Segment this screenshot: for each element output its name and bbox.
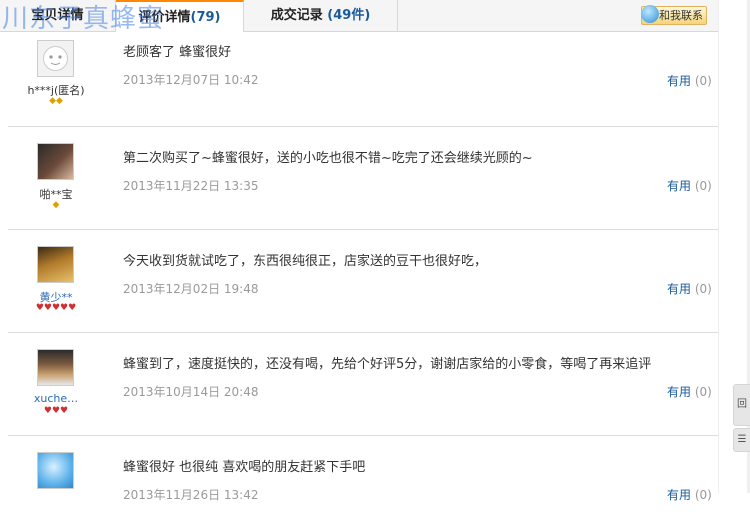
review-item: h***j(匿名) ◆◆ 老顾客了 蜂蜜很好 2013年12月07日 10:42… [8, 32, 718, 127]
review-item: 蜂蜜很好 也很纯 喜欢喝的朋友赶紧下手吧 2013年11月26日 13:42 有… [8, 435, 718, 515]
useful-button[interactable]: 有用 (0) [667, 72, 712, 89]
review-item: 黄少** ♥♥♥♥♥ 今天收到货就试吃了，东西很纯很正，店家送的豆干也很好吃， … [8, 229, 718, 333]
useful-button[interactable]: 有用 (0) [667, 486, 712, 503]
review-text: 蜂蜜到了，速度挺快的，还没有喝，先给个好评5分，谢谢店家给的小零食，等喝了再来追… [123, 357, 652, 372]
reviewer-name: xuche… [33, 392, 79, 405]
side-float-button-back[interactable]: 回 [733, 384, 750, 426]
useful-button[interactable]: 有用 (0) [667, 280, 712, 297]
credit-badges: ♥♥♥♥♥ [35, 303, 77, 313]
review-date: 2013年11月26日 13:42 [123, 488, 259, 502]
transaction-count: (49件) [327, 8, 371, 23]
menu-icon: ☰ [737, 434, 747, 445]
page-scrollbar[interactable]: 回 ☰ [718, 0, 750, 493]
credit-badges: ◆ [52, 200, 60, 210]
review-date: 2013年11月22日 13:35 [123, 179, 259, 193]
back-icon: 回 [737, 399, 747, 410]
avatar [37, 246, 74, 283]
avatar [37, 349, 74, 386]
avatar [37, 452, 74, 489]
avatar [37, 40, 74, 77]
review-date: 2013年12月02日 19:48 [123, 282, 259, 296]
review-date: 2013年12月07日 10:42 [123, 73, 259, 87]
review-date: 2013年10月14日 20:48 [123, 385, 259, 399]
credit-badges: ♥♥♥ [43, 406, 69, 416]
review-count: (79) [190, 10, 221, 25]
contact-seller-button[interactable]: 和我联系 [641, 5, 707, 25]
review-text: 第二次购买了~蜂蜜很好，送的小吃也很不错~吃完了还会继续光顾的~ [123, 151, 533, 166]
useful-button[interactable]: 有用 (0) [667, 177, 712, 194]
review-text: 老顾客了 蜂蜜很好 [123, 45, 232, 60]
review-text: 今天收到货就试吃了，东西很纯很正，店家送的豆干也很好吃， [123, 254, 488, 269]
tab-bar: 宝贝详情 评价详情(79) 成交记录 (49件) 和我联系 [0, 0, 718, 32]
tab-transactions[interactable]: 成交记录 (49件) [244, 0, 398, 31]
side-float-button-menu[interactable]: ☰ [733, 428, 750, 452]
review-item: 啪**宝 ◆ 第二次购买了~蜂蜜很好，送的小吃也很不错~吃完了还会继续光顾的~ … [8, 126, 718, 230]
tab-item-details[interactable]: 宝贝详情 [0, 0, 116, 31]
useful-button[interactable]: 有用 (0) [667, 383, 712, 400]
wangwang-icon [641, 5, 659, 23]
review-item: xuche… ♥♥♥ 蜂蜜到了，速度挺快的，还没有喝，先给个好评5分，谢谢店家给… [8, 332, 718, 436]
review-text: 蜂蜜很好 也很纯 喜欢喝的朋友赶紧下手吧 [123, 460, 366, 475]
avatar [37, 143, 74, 180]
tab-reviews[interactable]: 评价详情(79) [116, 0, 244, 32]
credit-badges: ◆◆ [49, 96, 63, 106]
